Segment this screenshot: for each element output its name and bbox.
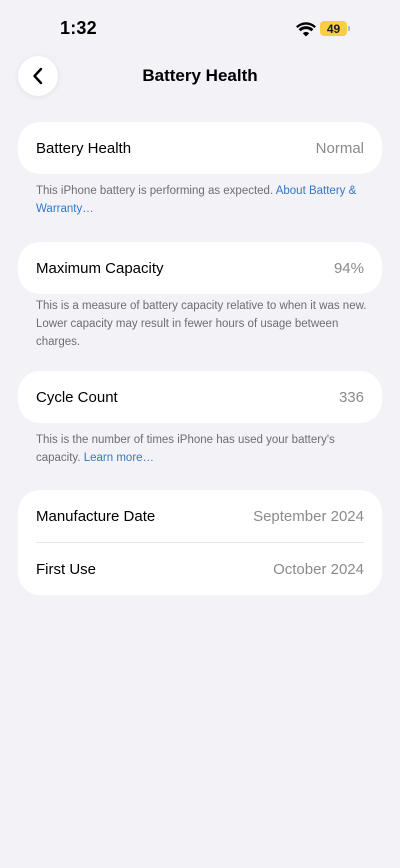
wifi-icon <box>296 22 316 37</box>
max-capacity-row: Maximum Capacity 94% <box>18 242 382 294</box>
cycle-count-note-text: This is the number of times iPhone has u… <box>36 434 335 464</box>
dates-card: Manufacture Date September 2024 First Us… <box>18 490 382 595</box>
cycle-count-card: Cycle Count 336 <box>18 371 382 423</box>
first-use-value: October 2024 <box>273 560 364 578</box>
battery-health-card: Battery Health Normal <box>18 122 382 174</box>
learn-more-link[interactable]: Learn more… <box>84 452 154 464</box>
navigation-bar: Battery Health <box>0 54 400 100</box>
cycle-count-value: 336 <box>338 388 364 406</box>
page-title: Battery Health <box>142 66 258 85</box>
first-use-row: First Use October 2024 <box>18 543 382 595</box>
max-capacity-value: 94% <box>333 259 364 277</box>
manufacture-date-value: September 2024 <box>253 507 364 525</box>
max-capacity-card: Maximum Capacity 94% <box>18 242 382 294</box>
battery-tip <box>348 26 350 31</box>
battery-health-row: Battery Health Normal <box>18 122 382 174</box>
cycle-count-label: Cycle Count <box>36 388 118 406</box>
battery-health-label: Battery Health <box>36 139 132 157</box>
battery-health-note: This iPhone battery is performing as exp… <box>36 182 368 218</box>
manufacture-date-row: Manufacture Date September 2024 <box>18 490 382 542</box>
battery-health-note-text: This iPhone battery is performing as exp… <box>36 185 276 197</box>
max-capacity-note: This is a measure of battery capacity re… <box>36 300 367 348</box>
manufacture-date-label: Manufacture Date <box>36 507 156 525</box>
cycle-count-note: This is the number of times iPhone has u… <box>36 431 368 467</box>
battery-health-value: Normal <box>315 139 364 157</box>
battery-icon: 49 <box>320 21 350 36</box>
max-capacity-label: Maximum Capacity <box>36 259 164 277</box>
status-bar: 1:32 49 <box>0 0 400 58</box>
battery-level: 49 <box>320 21 347 36</box>
cycle-count-row: Cycle Count 336 <box>18 371 382 423</box>
status-time: 1:32 <box>60 18 97 38</box>
first-use-label: First Use <box>36 560 96 578</box>
